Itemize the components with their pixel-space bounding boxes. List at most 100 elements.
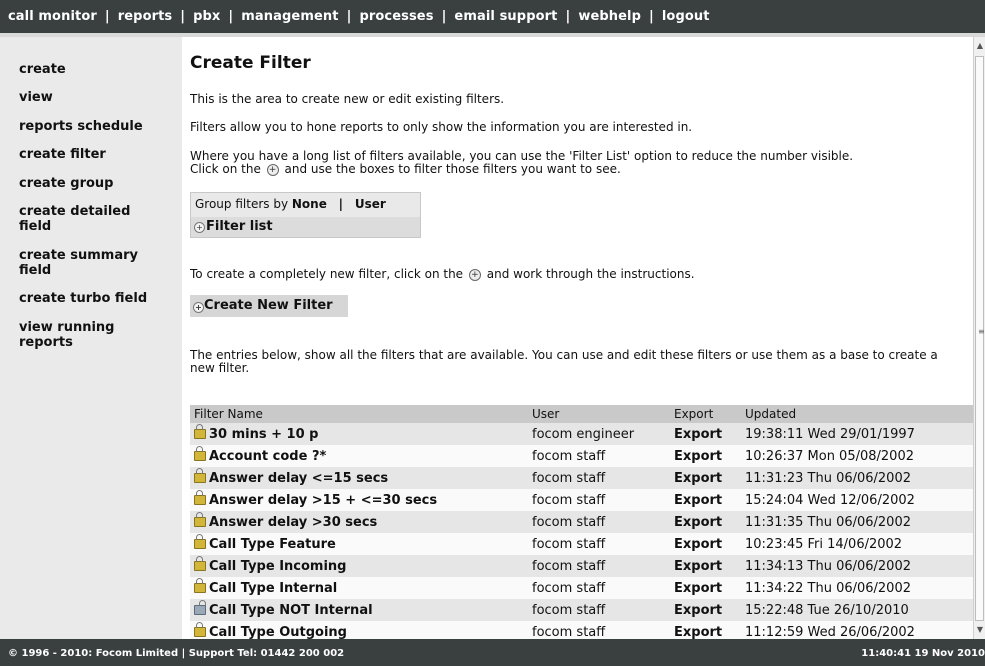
group-by-user-link[interactable]: User bbox=[355, 197, 386, 211]
scroll-down-arrow-icon[interactable]: ▼ bbox=[975, 625, 985, 635]
user-cell: focom staff bbox=[528, 489, 670, 511]
group-by-none-link[interactable]: None bbox=[292, 197, 327, 211]
create-instructions-pre: To create a completely new filter, click… bbox=[190, 267, 464, 281]
filter-name-link[interactable]: Call Type Outgoing bbox=[209, 625, 347, 640]
updated-cell: 11:34:13 Thu 06/06/2002 bbox=[741, 555, 973, 577]
nav-call-monitor[interactable]: call monitor bbox=[8, 9, 97, 24]
filter-name-cell[interactable]: Answer delay >15 + <=30 secs bbox=[190, 489, 528, 511]
nav-separator: | bbox=[649, 9, 654, 24]
filter-name-cell[interactable]: Answer delay <=15 secs bbox=[190, 467, 528, 489]
scroll-grip-icon: ≡ bbox=[978, 327, 985, 336]
filter-list-label: Filter list bbox=[206, 219, 273, 234]
filters-table: Filter Name User Export Updated 30 mins … bbox=[190, 405, 973, 639]
sidebar-item-create-group[interactable]: create group bbox=[19, 176, 174, 191]
nav-reports[interactable]: reports bbox=[118, 9, 173, 24]
scrollbar-thumb[interactable]: ≡ bbox=[975, 56, 985, 621]
nav-email-support[interactable]: email support bbox=[454, 9, 557, 24]
sidebar: create view reports schedule create filt… bbox=[0, 37, 182, 639]
column-header-export[interactable]: Export bbox=[670, 405, 741, 423]
table-row[interactable]: Call Type Incoming focom staff Export 11:34… bbox=[190, 555, 973, 577]
updated-cell: 15:22:48 Tue 26/10/2010 bbox=[741, 599, 973, 621]
export-link[interactable]: Export bbox=[670, 511, 741, 533]
filter-name-link[interactable]: Account code ?* bbox=[209, 449, 326, 464]
create-new-filter-button[interactable]: + Create New Filter bbox=[190, 295, 348, 317]
column-header-user[interactable]: User bbox=[528, 405, 670, 423]
filter-name-link[interactable]: 30 mins + 10 p bbox=[209, 427, 318, 442]
padlock-icon bbox=[194, 445, 206, 461]
intro-text-3: Where you have a long list of filters av… bbox=[190, 150, 966, 176]
updated-cell: 19:38:11 Wed 29/01/1997 bbox=[741, 423, 973, 445]
filter-name-cell[interactable]: Call Type Outgoing bbox=[190, 621, 528, 639]
user-cell: focom staff bbox=[528, 533, 670, 555]
nav-pbx[interactable]: pbx bbox=[193, 9, 220, 24]
sidebar-item-view[interactable]: view bbox=[19, 90, 174, 105]
filter-name-link[interactable]: Call Type NOT Internal bbox=[209, 603, 373, 618]
intro-text-3b: Click on the + and use the boxes to filt… bbox=[190, 163, 966, 176]
filter-group-box: Group filters by None | User + Filter li… bbox=[190, 192, 421, 238]
filter-name-cell[interactable]: 30 mins + 10 p bbox=[190, 423, 528, 445]
filter-name-cell[interactable]: Call Type Feature bbox=[190, 533, 528, 555]
filter-name-link[interactable]: Call Type Internal bbox=[209, 581, 337, 596]
sidebar-item-create-turbo-field[interactable]: create turbo field bbox=[19, 291, 174, 306]
table-row[interactable]: Answer delay >15 + <=30 secs focom staff E… bbox=[190, 489, 973, 511]
sidebar-item-create-detailed-field[interactable]: create detailed field bbox=[19, 204, 149, 234]
user-cell: focom staff bbox=[528, 555, 670, 577]
column-header-filter-name[interactable]: Filter Name bbox=[190, 405, 528, 423]
export-link[interactable]: Export bbox=[670, 445, 741, 467]
export-link[interactable]: Export bbox=[670, 467, 741, 489]
export-link[interactable]: Export bbox=[670, 599, 741, 621]
create-new-filter-label: Create New Filter bbox=[204, 298, 333, 313]
nav-logout[interactable]: logout bbox=[662, 9, 710, 24]
filter-name-link[interactable]: Answer delay >30 secs bbox=[209, 515, 377, 530]
export-link[interactable]: Export bbox=[670, 577, 741, 599]
table-row[interactable]: Call Type Internal focom staff Export 11:34… bbox=[190, 577, 973, 599]
sidebar-item-create[interactable]: create bbox=[19, 62, 174, 77]
top-nav-bar: call monitor | reports | pbx | management | proc… bbox=[0, 0, 985, 33]
table-row[interactable]: Answer delay >30 secs focom staff Export 11… bbox=[190, 511, 973, 533]
export-link[interactable]: Export bbox=[670, 621, 741, 639]
filter-name-cell[interactable]: Call Type NOT Internal bbox=[190, 599, 528, 621]
expand-plus-icon: + bbox=[194, 222, 205, 233]
filter-name-link[interactable]: Call Type Incoming bbox=[209, 559, 347, 574]
vertical-scrollbar[interactable]: ▲ ≡ ▼ bbox=[973, 37, 985, 639]
table-row[interactable]: Answer delay <=15 secs focom staff Export 1… bbox=[190, 467, 973, 489]
sidebar-item-reports-schedule[interactable]: reports schedule bbox=[19, 119, 174, 134]
export-link[interactable]: Export bbox=[670, 489, 741, 511]
export-link[interactable]: Export bbox=[670, 423, 741, 445]
updated-cell: 10:23:45 Fri 14/06/2002 bbox=[741, 533, 973, 555]
filter-name-cell[interactable]: Call Type Internal bbox=[190, 577, 528, 599]
sidebar-item-view-running-reports[interactable]: view running reports bbox=[19, 320, 139, 350]
filters-table-body: 30 mins + 10 p focom engineer Export 19:38:… bbox=[190, 423, 973, 639]
table-header-row: Filter Name User Export Updated bbox=[190, 405, 973, 423]
sidebar-item-create-summary-field[interactable]: create summary field bbox=[19, 248, 154, 278]
export-link[interactable]: Export bbox=[670, 555, 741, 577]
filter-name-cell[interactable]: Account code ?* bbox=[190, 445, 528, 467]
intro-text-2: Filters allow you to hone reports to onl… bbox=[190, 120, 693, 134]
table-row[interactable]: 30 mins + 10 p focom engineer Export 19:38:… bbox=[190, 423, 973, 445]
nav-management[interactable]: management bbox=[241, 9, 338, 24]
table-row[interactable]: Account code ?* focom staff Export 10:26:37… bbox=[190, 445, 973, 467]
nav-separator: | bbox=[565, 9, 571, 24]
updated-cell: 15:24:04 Wed 12/06/2002 bbox=[741, 489, 973, 511]
filter-name-link[interactable]: Answer delay <=15 secs bbox=[209, 471, 388, 486]
nav-webhelp[interactable]: webhelp bbox=[578, 9, 641, 24]
top-nav: call monitor | reports | pbx | management | proc… bbox=[8, 9, 710, 24]
scroll-up-arrow-icon[interactable]: ▲ bbox=[975, 41, 985, 51]
unlocked-padlock-icon bbox=[194, 599, 206, 615]
table-row[interactable]: Call Type Outgoing focom staff Export 11:12… bbox=[190, 621, 973, 639]
export-link[interactable]: Export bbox=[670, 533, 741, 555]
filter-name-cell[interactable]: Call Type Incoming bbox=[190, 555, 528, 577]
filter-name-cell[interactable]: Answer delay >30 secs bbox=[190, 511, 528, 533]
filter-name-link[interactable]: Call Type Feature bbox=[209, 537, 336, 552]
filter-list-toggle[interactable]: + Filter list bbox=[191, 217, 420, 237]
filter-name-link[interactable]: Answer delay >15 + <=30 secs bbox=[209, 493, 437, 508]
table-row[interactable]: Call Type NOT Internal focom staff Export 1… bbox=[190, 599, 973, 621]
padlock-icon bbox=[194, 577, 206, 593]
column-header-updated[interactable]: Updated bbox=[741, 405, 973, 423]
intro-text-3b-post: and use the boxes to filter those filter… bbox=[284, 162, 621, 176]
sidebar-item-create-filter[interactable]: create filter bbox=[19, 147, 174, 162]
table-row[interactable]: Call Type Feature focom staff Export 10:23:… bbox=[190, 533, 973, 555]
updated-cell: 11:12:59 Wed 26/06/2002 bbox=[741, 621, 973, 639]
nav-processes[interactable]: processes bbox=[359, 9, 433, 24]
expand-plus-icon: + bbox=[468, 268, 481, 281]
